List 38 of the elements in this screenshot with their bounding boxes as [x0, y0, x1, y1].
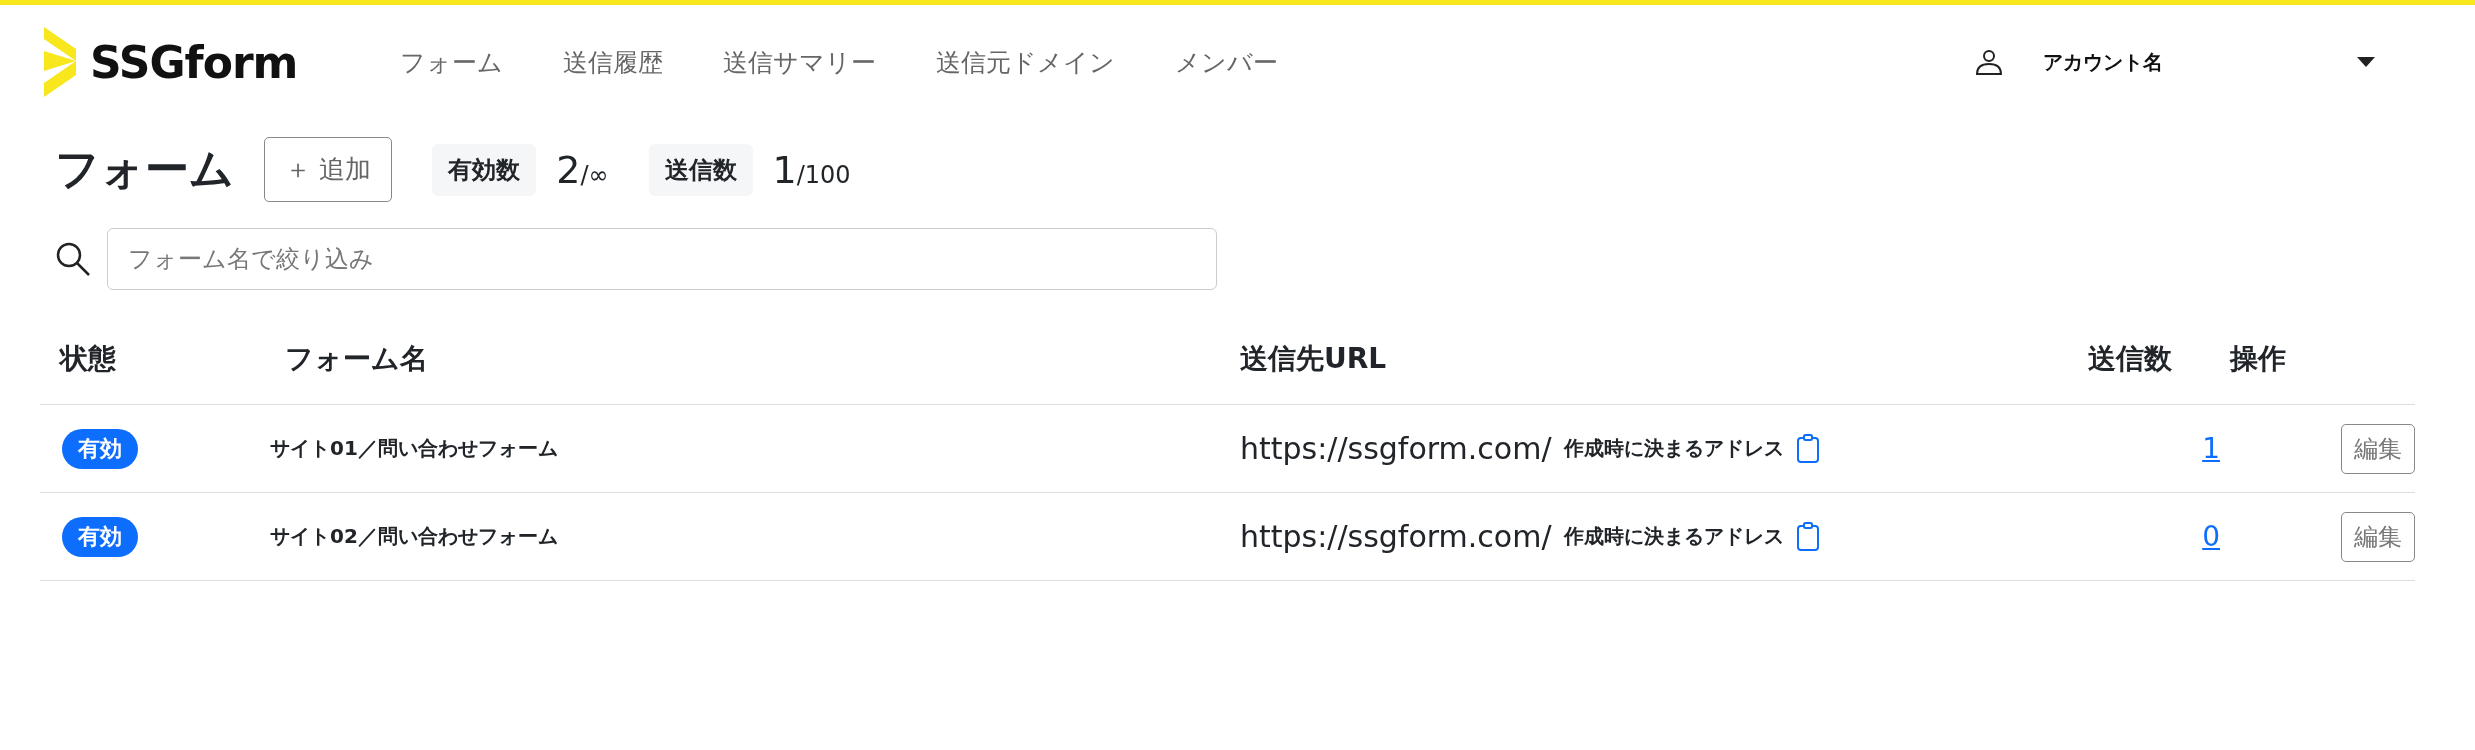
form-name: サイト02／問い合わせフォーム	[269, 523, 559, 550]
caret-icon[interactable]	[2357, 57, 2375, 67]
status-badge: 有効	[62, 516, 138, 557]
column-header: 状態	[58, 341, 117, 377]
clipboard-icon[interactable]	[1795, 521, 1820, 552]
stat-limit: /100	[796, 160, 851, 189]
search-icon	[55, 241, 91, 277]
url-note: 作成時に決まるアドレス	[1563, 435, 1784, 462]
stat-label: 有効数	[432, 143, 537, 196]
add-button[interactable]: ＋ 追加	[264, 137, 393, 202]
page-title: フォーム	[55, 142, 234, 196]
logo-text: SSGform	[90, 36, 298, 88]
nav-link[interactable]: 送信サマリー	[723, 45, 876, 79]
url-note: 作成時に決まるアドレス	[1563, 523, 1784, 550]
nav-link[interactable]: フォーム	[400, 45, 503, 79]
stat-value: 2	[556, 147, 581, 192]
edit-button[interactable]: 編集	[2341, 423, 2415, 474]
form-name: サイト01／問い合わせフォーム	[269, 435, 559, 462]
nav-link[interactable]: メンバー	[1175, 45, 1278, 79]
stat-value: 1	[772, 147, 797, 192]
account-name[interactable]: アカウント名	[2043, 48, 2357, 76]
clipboard-icon[interactable]	[1795, 433, 1820, 464]
edit-button[interactable]: 編集	[2341, 511, 2415, 562]
column-header: 送信先URL	[1240, 341, 1388, 377]
column-header: 送信数	[2087, 341, 2173, 377]
column-header: フォーム名	[284, 341, 429, 377]
column-header: 操作	[2230, 341, 2287, 377]
status-badge: 有効	[62, 428, 138, 469]
user-icon	[1975, 48, 2003, 76]
count-link[interactable]: 0	[2202, 520, 2220, 553]
search-field[interactable]: フォーム名で絞り込み	[107, 228, 1217, 290]
url-text: https://ssgform.com/	[1240, 519, 1552, 554]
nav-link[interactable]: 送信元ドメイン	[936, 45, 1115, 79]
url-text: https://ssgform.com/	[1240, 431, 1552, 466]
nav-link[interactable]: 送信履歴	[563, 45, 663, 79]
stat-label: 送信数	[648, 143, 753, 196]
count-link[interactable]: 1	[2202, 432, 2220, 465]
stat-limit: /∞	[580, 160, 609, 189]
